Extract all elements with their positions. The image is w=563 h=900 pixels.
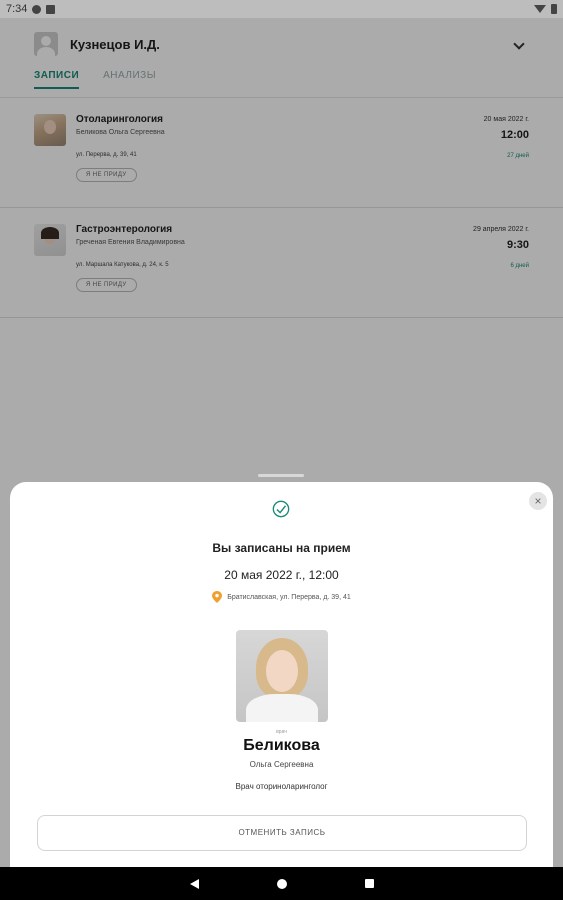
doctor-photo-large [236, 630, 328, 722]
wifi-icon [534, 5, 546, 13]
navigation-bar [0, 867, 563, 900]
sheet-address: Братиславская, ул. Перерва, д. 39, 41 [227, 593, 351, 601]
doctor-last-name: Беликова [243, 737, 320, 754]
cancel-appointment-button[interactable]: ОТМЕНИТЬ ЗАПИСЬ [37, 815, 527, 851]
doctor-position: Врач оториноларинголог [235, 782, 328, 791]
sync-icon [32, 4, 42, 14]
sheet-drag-handle[interactable] [258, 474, 304, 477]
home-icon[interactable] [276, 878, 287, 889]
status-bar: 7:34 [0, 0, 563, 18]
booking-confirmation-sheet: × Вы записаны на прием 20 мая 2022 г., 1… [10, 482, 553, 867]
back-icon[interactable] [189, 878, 199, 889]
doctor-first-name: Ольга Сергеевна [249, 760, 314, 769]
doctor-role-label: врач [276, 729, 287, 735]
location-pin-icon [212, 591, 223, 603]
recent-apps-icon[interactable] [364, 879, 374, 888]
sheet-datetime: 20 мая 2022 г., 12:00 [224, 568, 339, 582]
sheet-title: Вы записаны на прием [212, 541, 351, 555]
sheet-address-row: Братиславская, ул. Перерва, д. 39, 41 [10, 591, 553, 603]
battery-icon [551, 4, 557, 14]
sim-icon [46, 4, 56, 14]
close-icon[interactable]: × [529, 492, 547, 510]
check-circle-icon [272, 500, 290, 518]
status-time: 7:34 [6, 3, 28, 15]
